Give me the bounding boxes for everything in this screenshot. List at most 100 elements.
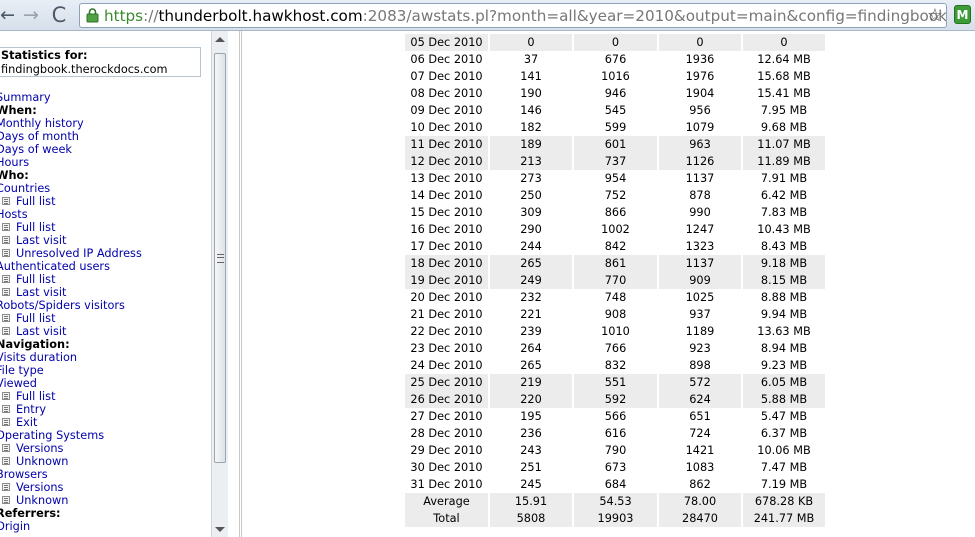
frame-divider[interactable] (239, 31, 242, 537)
menu-link[interactable]: Hours (0, 156, 29, 169)
menu-link[interactable]: Full list (16, 390, 56, 403)
menu-link[interactable]: Monthly history (0, 117, 84, 130)
forward-button[interactable]: → (20, 4, 42, 26)
scroll-up-arrow-icon[interactable] (215, 37, 225, 42)
menu-subitem: Unresolved IP Address (0, 247, 211, 260)
table-cell: 1936 (685, 53, 715, 66)
left-frame-scrollbar[interactable] (211, 31, 228, 537)
menu-item: Origin (0, 520, 211, 533)
table-cell: 956 (689, 104, 711, 117)
menu-link[interactable]: Last visit (16, 286, 66, 299)
menu-subitem: Versions (0, 442, 211, 455)
menu-link[interactable]: Viewed (0, 377, 37, 390)
menu-link[interactable]: Entry (16, 403, 46, 416)
menu-link[interactable]: Visits duration (0, 351, 77, 364)
table-cell: 190 (520, 87, 542, 100)
table-cell: 10 Dec 2010 (410, 121, 483, 134)
menu-link[interactable]: Exit (16, 416, 37, 429)
extension-icon[interactable]: M (954, 5, 971, 24)
menu-subitem: Unknown (0, 494, 211, 507)
table-row: 19 Dec 2010 249 770 909 8.15 MB (405, 272, 825, 289)
table-cell: 1247 (685, 223, 715, 236)
table-cell: 10.06 MB (757, 444, 811, 457)
table-cell: 7.47 MB (760, 461, 808, 474)
table-cell: 862 (689, 478, 711, 491)
menu-section-label: Who: (0, 169, 29, 182)
menu-link[interactable]: Summary (0, 91, 51, 104)
menu-link[interactable]: Unresolved IP Address (16, 247, 142, 260)
table-cell: 27 Dec 2010 (410, 410, 483, 423)
scrollbar-thumb[interactable] (214, 53, 226, 463)
back-button[interactable]: ← (0, 4, 14, 26)
table-cell: 22 Dec 2010 (410, 325, 483, 338)
table-cell: 249 (490, 272, 572, 289)
address-bar[interactable]: https://thunderbolt.hawkhost.com:2083/aw… (79, 3, 947, 28)
table-cell: 24 Dec 2010 (410, 359, 483, 372)
menu-link[interactable]: Last visit (16, 325, 66, 338)
table-cell: 13.63 MB (757, 325, 811, 338)
total-row: Total 5808 19903 28470 241.77 MB (405, 510, 825, 527)
table-row: 23 Dec 2010 264 766 923 8.94 MB (405, 340, 825, 357)
menu-link[interactable]: Full list (16, 312, 56, 325)
menu-link[interactable]: Days of month (0, 130, 79, 143)
table-row: 20 Dec 2010 232 748 1025 8.88 MB (405, 289, 825, 306)
menu-link[interactable]: Days of week (0, 143, 72, 156)
menu-item: File type (0, 364, 211, 377)
menu-item: Robots/Spiders visitors (0, 299, 211, 312)
table-cell: 678.28 KB (743, 493, 825, 510)
table-row: 06 Dec 2010 37 676 1936 12.64 MB (405, 51, 825, 68)
menu-link[interactable]: Versions (16, 442, 63, 455)
list-icon (2, 418, 10, 426)
table-cell: 1137 (659, 255, 741, 272)
menu-link[interactable]: Countries (0, 182, 50, 195)
menu-link[interactable]: File type (0, 364, 44, 377)
menu-link[interactable]: Full list (16, 195, 56, 208)
table-cell: 219 (490, 374, 572, 391)
menu-link[interactable]: Robots/Spiders visitors (0, 299, 125, 312)
table-cell: 15.41 MB (757, 87, 811, 100)
menu-link[interactable]: Last visit (16, 234, 66, 247)
menu-link[interactable]: Browsers (0, 468, 48, 481)
menu-subitem: Full list (0, 195, 211, 208)
table-cell: 290 (520, 223, 542, 236)
menu-link[interactable]: Authenticated users (0, 260, 110, 273)
table-cell: 182 (520, 121, 542, 134)
scroll-down-arrow-icon[interactable] (215, 527, 225, 532)
url-scheme: https (104, 7, 144, 25)
table-cell: 31 Dec 2010 (410, 478, 483, 491)
table-row: 18 Dec 2010 265 861 1137 9.18 MB (405, 255, 825, 272)
table-cell: 676 (604, 53, 627, 66)
menu-link[interactable]: Unknown (16, 494, 68, 507)
table-cell: Total (405, 510, 488, 527)
table-cell: 866 (604, 206, 627, 219)
table-cell: 545 (604, 104, 627, 117)
reload-button[interactable]: C (48, 4, 70, 26)
table-cell: 1904 (685, 87, 715, 100)
menu-link[interactable]: Versions (16, 481, 63, 494)
reload-icon: C (51, 3, 67, 27)
menu-link[interactable]: Origin (0, 520, 30, 533)
grip-icon (217, 254, 224, 263)
table-cell: 11.89 MB (743, 153, 825, 170)
table-cell: 8.88 MB (760, 291, 808, 304)
bookmark-star-icon[interactable]: ☆ (927, 5, 943, 26)
table-cell: 954 (604, 172, 627, 185)
menu-item: Viewed (0, 377, 211, 390)
table-row: 14 Dec 2010 250 752 878 6.42 MB (405, 187, 825, 204)
table-cell: 23 Dec 2010 (410, 342, 483, 355)
menu-link[interactable]: Unknown (16, 455, 68, 468)
browser-toolbar: ← → C https://thunderbolt.hawkhost.com:2… (0, 0, 975, 31)
table-cell: 309 (520, 206, 542, 219)
table-row: 27 Dec 2010 195 566 651 5.47 MB (405, 408, 825, 425)
menu-link[interactable]: Full list (16, 221, 56, 234)
table-cell: 05 Dec 2010 (405, 34, 488, 51)
table-cell: 1323 (685, 240, 715, 253)
menu-link[interactable]: Full list (16, 273, 56, 286)
menu-subitem: Last visit (0, 234, 211, 247)
menu-link[interactable]: Operating Systems (0, 429, 104, 442)
menu-link[interactable]: Hosts (0, 208, 28, 221)
table-cell: 946 (604, 87, 627, 100)
table-cell: 0 (490, 34, 572, 51)
table-row: 31 Dec 2010 245 684 862 7.19 MB (405, 476, 825, 493)
average-row: Average 15.91 54.53 78.00 678.28 KB (405, 493, 825, 510)
